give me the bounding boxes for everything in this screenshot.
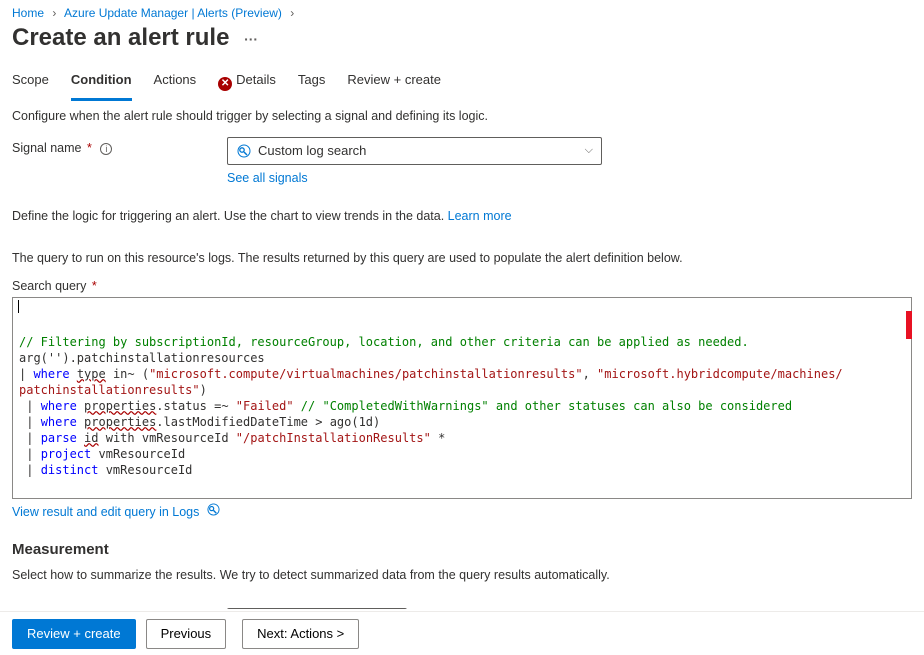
code-keyword: where — [41, 415, 77, 429]
more-icon[interactable]: ··· — [244, 31, 258, 47]
search-query-label: Search query * — [12, 279, 912, 293]
tab-condition[interactable]: Condition — [71, 68, 132, 95]
text-caret — [18, 300, 19, 313]
content-area: Configure when the alert rule should tri… — [0, 109, 924, 609]
measurement-description: Select how to summarize the results. We … — [12, 568, 912, 582]
info-icon[interactable]: i — [100, 143, 112, 155]
view-logs-row: View result and edit query in Logs — [12, 503, 912, 519]
query-editor[interactable]: // Filtering by subscriptionId, resource… — [12, 297, 912, 499]
code-text: , — [583, 367, 597, 381]
signal-name-value: Custom log search — [258, 143, 585, 158]
code-text: vmResourceId — [98, 463, 192, 477]
measure-row: Measure i Table rows ⌵ — [12, 608, 912, 609]
breadcrumb-home[interactable]: Home — [12, 6, 44, 20]
code-text: * — [431, 431, 445, 445]
measurement-heading: Measurement — [12, 541, 912, 558]
tab-actions[interactable]: Actions — [154, 68, 197, 95]
see-all-signals-link[interactable]: See all signals — [227, 171, 308, 185]
configure-description: Configure when the alert rule should tri… — [12, 109, 912, 123]
code-keyword: parse — [41, 431, 77, 445]
required-indicator: * — [87, 141, 92, 155]
footer-bar: Review + create Previous Next: Actions > — [0, 611, 924, 655]
tab-scope[interactable]: Scope — [12, 68, 49, 95]
next-actions-button[interactable]: Next: Actions > — [242, 619, 359, 649]
code-keyword: distinct — [41, 463, 99, 477]
signal-name-label: Signal name * i — [12, 137, 227, 155]
error-marker — [906, 311, 912, 339]
code-keyword: project — [41, 447, 92, 461]
tab-details-label: Details — [236, 72, 276, 87]
code-text: arg('').patchinstallationresources — [19, 351, 265, 365]
query-editor-wrap: // Filtering by subscriptionId, resource… — [12, 297, 912, 499]
code-text: with vmResourceId — [99, 431, 236, 445]
tab-details[interactable]: ✕ Details — [218, 68, 276, 95]
log-analytics-icon — [236, 143, 252, 159]
signal-name-row: Signal name * i Custom log search ⌵ See … — [12, 137, 912, 185]
learn-more-link[interactable]: Learn more — [448, 209, 512, 223]
error-icon: ✕ — [218, 77, 232, 91]
code-comment: // Filtering by subscriptionId, resource… — [19, 335, 749, 349]
code-error: id — [84, 431, 98, 445]
signal-name-label-text: Signal name — [12, 141, 82, 155]
breadcrumb-path[interactable]: Azure Update Manager | Alerts (Preview) — [64, 6, 282, 20]
search-query-label-text: Search query — [12, 279, 86, 293]
view-logs-link[interactable]: View result and edit query in Logs — [12, 505, 199, 519]
page-title: Create an alert rule ··· — [0, 22, 924, 68]
code-string: "Failed" — [236, 399, 294, 413]
code-string: "microsoft.hybridcompute/machines/ — [597, 367, 843, 381]
code-keyword: where — [33, 367, 69, 381]
define-logic-text: Define the logic for triggering an alert… — [12, 209, 448, 223]
code-text: .lastModifiedDateTime > ago(1d) — [156, 415, 380, 429]
required-indicator: * — [92, 279, 97, 293]
page-title-text: Create an alert rule — [12, 24, 229, 51]
code-text: ) — [200, 383, 207, 397]
code-keyword: where — [41, 399, 77, 413]
previous-button[interactable]: Previous — [146, 619, 227, 649]
code-text: vmResourceId — [91, 447, 185, 461]
signal-name-select[interactable]: Custom log search ⌵ — [227, 137, 602, 165]
chevron-right-icon: › — [290, 6, 294, 20]
define-logic-description: Define the logic for triggering an alert… — [12, 209, 912, 223]
tab-review[interactable]: Review + create — [347, 68, 441, 95]
measure-label: Measure i — [12, 608, 227, 609]
breadcrumb: Home › Azure Update Manager | Alerts (Pr… — [0, 0, 924, 22]
query-description: The query to run on this resource's logs… — [12, 251, 912, 265]
log-analytics-icon — [207, 504, 220, 519]
chevron-right-icon: › — [52, 6, 56, 20]
chevron-down-icon: ⌵ — [585, 144, 593, 157]
code-string: patchinstallationresults" — [19, 383, 200, 397]
code-text: .status =~ — [156, 399, 235, 413]
code-error: type — [77, 367, 106, 381]
measure-select[interactable]: Table rows ⌵ — [227, 608, 407, 609]
code-string: "microsoft.compute/virtualmachines/patch… — [149, 367, 582, 381]
tabs: Scope Condition Actions ✕ Details Tags Re… — [0, 68, 924, 95]
code-error: properties — [84, 415, 156, 429]
code-error: properties — [84, 399, 156, 413]
code-text: in~ ( — [106, 367, 149, 381]
tab-tags[interactable]: Tags — [298, 68, 325, 95]
review-create-button[interactable]: Review + create — [12, 619, 136, 649]
code-comment: // "CompletedWithWarnings" and other sta… — [294, 399, 793, 413]
code-string: "/patchInstallationResults" — [236, 431, 431, 445]
